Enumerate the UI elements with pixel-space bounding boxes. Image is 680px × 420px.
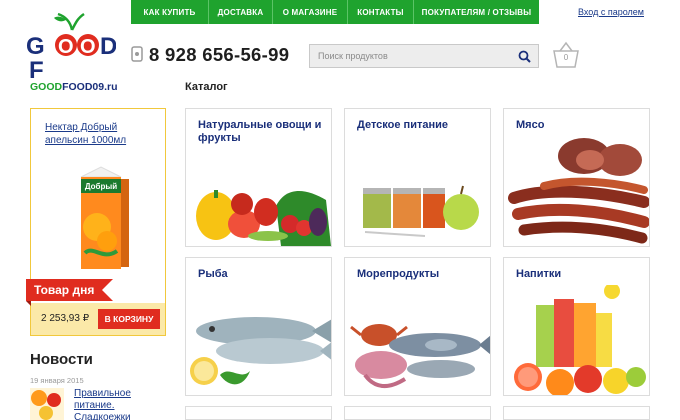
login-link[interactable]: Вход с паролем — [578, 7, 644, 17]
juice-carton-image[interactable]: Добрый — [71, 165, 131, 273]
category-card-fish[interactable]: Рыба — [185, 257, 332, 396]
logo-letter-o1: O — [58, 36, 74, 58]
news-item-link[interactable]: Правильное питание. Сладкоежки — [74, 388, 154, 420]
carton-brand-label: Добрый — [85, 182, 117, 191]
news-heading: Новости — [30, 351, 93, 368]
news-date: 19 января 2015 — [30, 376, 84, 385]
nav-about[interactable]: О магазине — [273, 0, 348, 24]
logo-letter-o2: O — [80, 36, 96, 58]
product-of-day-title[interactable]: Нектар Добрый апельсин 1000мл — [45, 121, 155, 147]
search-button[interactable] — [510, 45, 538, 67]
search-box — [309, 44, 539, 68]
top-nav: Как купить Доставка О магазине Контакты … — [131, 0, 539, 24]
category-label: Натуральные овощи и фрукты — [198, 119, 322, 144]
logo-site-prefix: GOOD — [30, 81, 63, 93]
drinks-image — [514, 285, 646, 395]
logo-letter-f: F — [29, 57, 44, 84]
meat-image — [508, 138, 649, 244]
logo-site-name: GOODFOOD09.ru — [30, 81, 118, 93]
news-thumbnail[interactable] — [30, 388, 64, 420]
catalog-heading: Каталог — [185, 81, 228, 93]
category-card-vegetables[interactable]: Натуральные овощи и фрукты — [185, 108, 332, 247]
category-label: Морепродукты — [357, 268, 440, 280]
category-label: Детское питание — [357, 119, 448, 131]
cart-count: 0 — [563, 53, 569, 62]
price-bar: 2 253,93 ₽ В корзину — [31, 303, 165, 335]
category-card-baby-food[interactable]: Детское питание — [344, 108, 491, 247]
fish-image — [190, 317, 331, 385]
phone-number[interactable]: 8 928 656-56-99 — [149, 44, 289, 66]
cart-button[interactable]: 0 — [551, 41, 581, 69]
category-card-meat[interactable]: Мясо — [503, 108, 650, 247]
logo-site-rest: FOOD09.ru — [62, 81, 118, 93]
category-label: Рыба — [198, 268, 228, 280]
logo-letter-d: D — [100, 33, 116, 60]
product-price: 2 253,93 ₽ — [41, 313, 90, 324]
phone-icon — [131, 46, 143, 62]
product-of-day-ribbon: Товар дня — [26, 279, 114, 306]
logo-letter-g: G — [26, 33, 45, 60]
category-card-drinks[interactable]: Напитки — [503, 257, 650, 396]
baby-food-image — [363, 185, 479, 237]
seafood-image — [350, 324, 490, 388]
logo[interactable]: G O O D F — [26, 12, 117, 84]
category-card-seafood[interactable]: Морепродукты — [344, 257, 491, 396]
category-card-partial[interactable] — [344, 406, 491, 420]
nav-reviews[interactable]: Покупателям / отзывы — [414, 0, 539, 24]
search-icon — [518, 50, 531, 63]
nav-how-to-buy[interactable]: Как купить — [131, 0, 209, 24]
search-input[interactable] — [310, 45, 510, 67]
nav-delivery[interactable]: Доставка — [209, 0, 273, 24]
category-label: Напитки — [516, 268, 562, 280]
product-of-day: Нектар Добрый апельсин 1000мл Добрый Тов… — [26, 108, 166, 336]
category-card-partial[interactable] — [185, 406, 332, 420]
vegetables-image — [196, 190, 331, 246]
nav-contacts[interactable]: Контакты — [348, 0, 414, 24]
category-card-partial[interactable] — [503, 406, 650, 420]
add-to-cart-button[interactable]: В корзину — [98, 309, 160, 329]
cherry-logo-icon: G O O D F — [26, 12, 117, 84]
